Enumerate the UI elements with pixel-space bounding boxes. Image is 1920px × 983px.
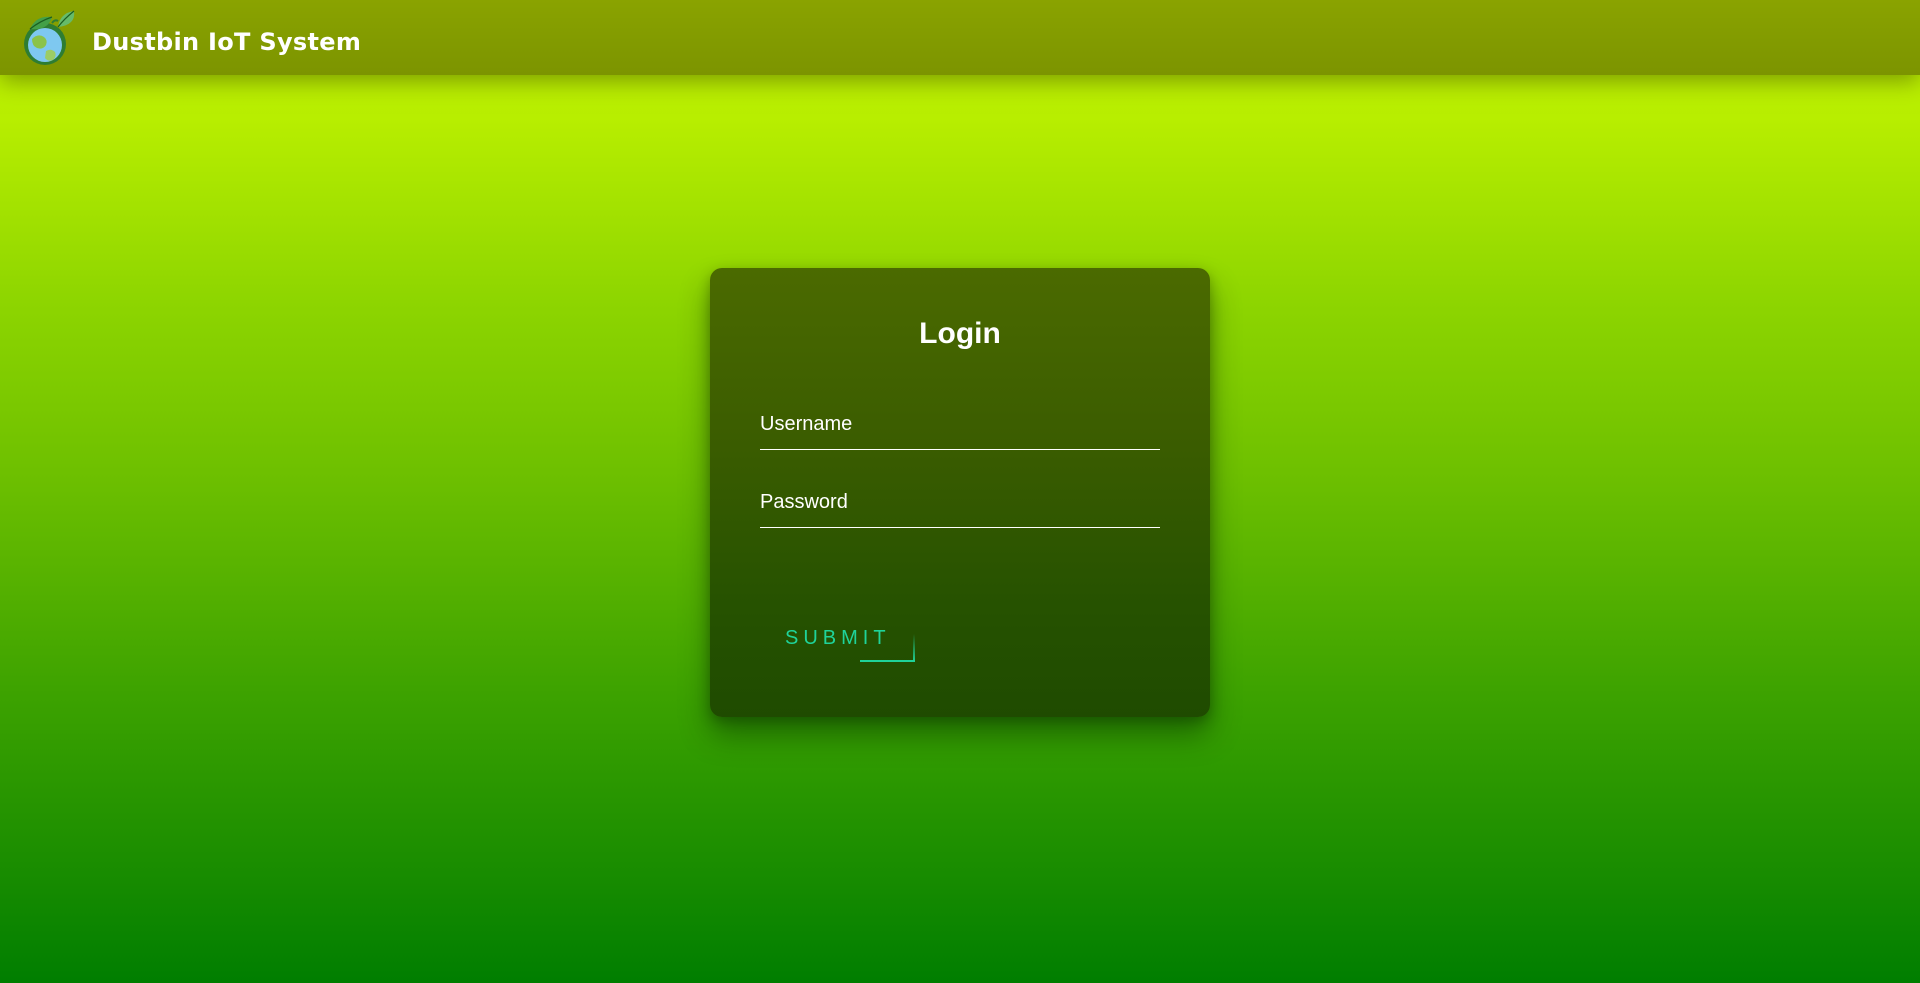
password-field xyxy=(760,479,1160,528)
password-input[interactable] xyxy=(760,479,1160,525)
username-field xyxy=(760,401,1160,450)
submit-side-line xyxy=(913,634,915,662)
app-title: Dustbin IoT System xyxy=(92,28,362,56)
login-title: Login xyxy=(919,317,1001,350)
top-bar: Dustbin IoT System xyxy=(0,0,1920,75)
submit-button[interactable]: SUBMIT xyxy=(765,612,915,662)
username-input[interactable] xyxy=(760,401,1160,447)
globe-with-leaves-icon xyxy=(24,10,75,65)
submit-underline xyxy=(860,660,915,662)
submit-label: SUBMIT xyxy=(785,627,891,649)
